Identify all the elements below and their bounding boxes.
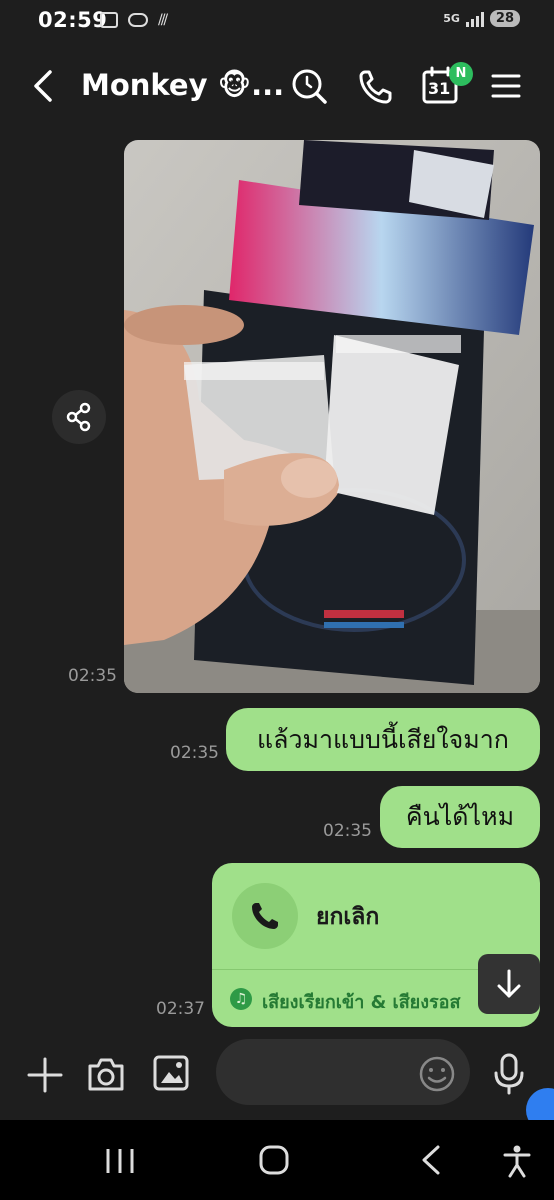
message-time: 02:35 (323, 821, 372, 841)
status-notification-icons: /// (100, 12, 168, 28)
scroll-to-bottom-button[interactable] (478, 954, 540, 1014)
signal-icon (465, 11, 484, 27)
microphone-icon[interactable] (492, 1052, 526, 1096)
call-status-label: ยกเลิก (316, 904, 380, 930)
system-navigation-bar (0, 1120, 554, 1200)
plus-icon[interactable] (26, 1056, 64, 1094)
search-icon[interactable] (290, 64, 330, 108)
menu-icon[interactable] (488, 64, 528, 108)
emoji-icon[interactable] (418, 1055, 456, 1093)
message-time: 02:35 (170, 743, 219, 763)
arrow-down-icon (497, 969, 521, 998)
gallery-icon[interactable] (152, 1054, 192, 1094)
share-button[interactable] (52, 390, 106, 444)
back-icon[interactable] (418, 1144, 444, 1176)
calendar-new-badge: N (449, 62, 473, 86)
message-bubble[interactable]: แล้วมาแบบนี้เสียใจมาก (226, 708, 540, 771)
battery-indicator: 28 (489, 10, 520, 27)
message-bubble[interactable]: คืนได้ไหม (380, 786, 540, 848)
home-icon[interactable] (258, 1144, 290, 1176)
accessibility-icon[interactable] (502, 1144, 532, 1178)
recent-apps-icon[interactable] (104, 1146, 136, 1176)
music-note-icon: ♫ (230, 988, 252, 1010)
share-icon (66, 402, 91, 432)
message-input-bar (0, 1028, 554, 1132)
phone-icon (252, 903, 278, 929)
calendar-day: 31 (428, 79, 451, 98)
phone-call-icon[interactable] (356, 64, 396, 108)
call-icon-circle (232, 883, 298, 949)
back-arrow-icon[interactable] (30, 68, 58, 104)
camera-icon[interactable] (86, 1054, 126, 1094)
screenshot-icon (100, 12, 118, 28)
message-time: 02:37 (156, 999, 205, 1019)
voicemail-icon (128, 13, 148, 27)
shared-photo[interactable] (124, 140, 540, 693)
wifi-calling-icon: /// (158, 12, 168, 28)
network-type: 5G (443, 12, 460, 25)
status-time: 02:59 (38, 8, 108, 32)
status-bar: 02:59 /// 5G 28 (0, 0, 554, 40)
ringtone-link[interactable]: เสียงเรียกเข้า & เสียงรอส (262, 987, 460, 1016)
message-time: 02:35 (68, 666, 117, 686)
chat-header: Monkey 🐵... 31 N (0, 40, 554, 135)
chat-title[interactable]: Monkey 🐵... (81, 68, 284, 102)
